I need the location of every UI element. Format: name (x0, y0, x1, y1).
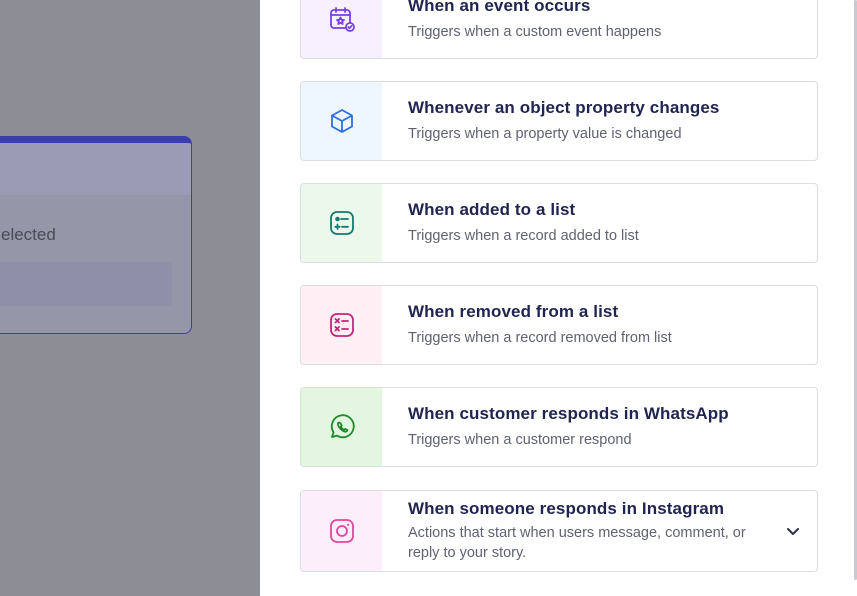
trigger-title: When someone responds in Instagram (408, 499, 725, 518)
list-add-icon (329, 211, 354, 235)
dimmed-background[interactable]: elected (0, 0, 260, 596)
trigger-option-object-property[interactable]: Whenever an object property changes Trig… (300, 81, 818, 161)
trigger-selection-drawer: When an event occurs Triggers when a cus… (260, 0, 857, 596)
trigger-option-added-to-list[interactable]: When added to a list Triggers when a rec… (300, 183, 818, 263)
trigger-icon-box (301, 491, 382, 571)
instagram-icon (329, 519, 354, 543)
trigger-icon-box (301, 82, 382, 160)
trigger-option-removed-from-list[interactable]: When removed from a list Triggers when a… (300, 285, 818, 365)
background-card-field (0, 262, 172, 306)
chevron-down-icon[interactable] (785, 523, 801, 539)
whatsapp-icon (330, 414, 355, 439)
trigger-option-instagram[interactable]: When someone responds in Instagram Actio… (300, 490, 818, 572)
trigger-description: Actions that start when users message, c… (408, 525, 746, 561)
list-remove-icon (329, 313, 354, 337)
trigger-description: Triggers when a record removed from list (408, 330, 672, 346)
background-card: elected (0, 136, 192, 334)
trigger-description: Triggers when a record added to list (408, 228, 639, 244)
trigger-icon-box (301, 388, 382, 466)
trigger-title: When added to a list (408, 200, 576, 219)
trigger-icon-box (301, 0, 382, 58)
background-card-text: elected (1, 225, 56, 244)
trigger-option-whatsapp[interactable]: When customer responds in WhatsApp Trigg… (300, 387, 818, 467)
trigger-title: When removed from a list (408, 302, 619, 321)
trigger-title: When an event occurs (408, 0, 591, 15)
trigger-description: Triggers when a custom event happens (408, 24, 662, 40)
trigger-icon-box (301, 184, 382, 262)
calendar-star-icon (329, 7, 355, 32)
trigger-icon-box (301, 286, 382, 364)
trigger-title: Whenever an object property changes (408, 98, 720, 117)
background-card-header (0, 143, 191, 195)
cube-icon (330, 109, 353, 133)
trigger-title: When customer responds in WhatsApp (408, 404, 729, 423)
trigger-description: Triggers when a customer respond (408, 432, 632, 448)
trigger-option-event[interactable]: When an event occurs Triggers when a cus… (300, 0, 818, 59)
trigger-description: Triggers when a property value is change… (408, 126, 682, 142)
